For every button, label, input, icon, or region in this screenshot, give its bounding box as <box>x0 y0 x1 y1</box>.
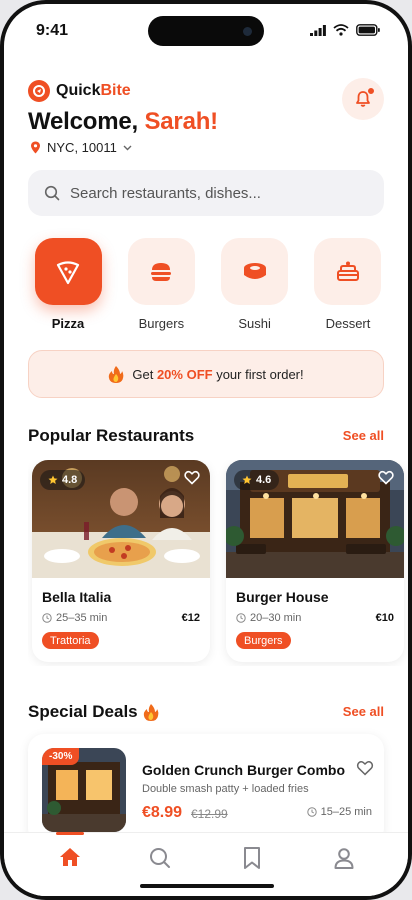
search-bar[interactable] <box>28 170 384 216</box>
category-dessert[interactable]: Dessert <box>308 238 388 331</box>
cuisine-tag: Trattoria <box>42 632 99 649</box>
bottom-tab-bar <box>4 832 408 896</box>
deal-price: €8.99 <box>142 804 183 821</box>
deal-photo: -30% <box>42 748 126 832</box>
category-label: Sushi <box>238 316 271 331</box>
category-tile <box>221 238 289 305</box>
price-level: €12 <box>181 612 200 624</box>
welcome-heading: Welcome, Sarah! <box>28 108 218 135</box>
chevron-down-icon <box>123 145 132 150</box>
wifi-icon <box>333 24 349 36</box>
home-icon <box>60 848 80 866</box>
clock-icon <box>306 807 317 817</box>
status-icons <box>310 24 380 36</box>
bookmark-icon <box>244 847 260 869</box>
home-indicator <box>140 884 274 888</box>
popular-see-all-link[interactable]: See all <box>343 428 384 443</box>
dynamic-island <box>148 16 264 46</box>
favorite-button[interactable] <box>356 760 374 781</box>
location-pin-icon <box>31 141 40 154</box>
fire-icon <box>109 365 124 383</box>
special-deals-title: Special Deals <box>28 702 159 722</box>
deal-subtitle: Double smash patty + loaded fries <box>142 783 309 795</box>
fire-icon <box>143 703 158 721</box>
status-time: 9:41 <box>36 22 69 39</box>
burger-icon <box>151 262 172 281</box>
restaurant-card[interactable]: 4.6 Burger House 20–30 min €10 Burgers <box>226 460 404 662</box>
restaurant-name: Bella Italia <box>42 589 112 605</box>
restaurant-carousel[interactable]: 4.8 Bella Italia 25–35 min €12 Trattoria <box>28 460 408 666</box>
restaurant-card[interactable]: 4.8 Bella Italia 25–35 min €12 Trattoria <box>32 460 210 662</box>
tab-search[interactable] <box>140 847 180 875</box>
dessert-icon <box>336 261 359 281</box>
category-tile <box>34 238 102 305</box>
category-pizza[interactable]: Pizza <box>28 238 108 331</box>
promo-banner[interactable]: Get 20% OFF your first order! <box>28 350 384 398</box>
rating-badge: 4.8 <box>40 470 86 490</box>
cuisine-tag: Burgers <box>236 632 291 649</box>
category-tile <box>314 238 382 305</box>
promo-highlight: 20% OFF <box>156 366 213 382</box>
discount-badge: -30% <box>42 748 80 765</box>
favorite-button[interactable] <box>184 470 200 490</box>
status-bar: 9:41 <box>4 4 408 50</box>
location-selector[interactable]: NYC, 10011 <box>30 140 132 155</box>
brand-name: QuickBite <box>56 82 131 99</box>
search-icon <box>44 185 60 201</box>
deals-see-all-link[interactable]: See all <box>343 704 384 719</box>
heart-icon <box>184 470 200 485</box>
deal-delivery-time: 15–25 min <box>306 806 372 818</box>
heart-icon <box>378 470 394 485</box>
notification-dot <box>367 87 375 95</box>
price-level: €10 <box>375 612 394 624</box>
search-icon <box>150 848 170 868</box>
delivery-time: 25–35 min <box>42 612 107 624</box>
clock-icon <box>236 613 246 623</box>
delivery-time: 20–30 min <box>236 612 301 624</box>
rating-badge: 4.6 <box>234 470 280 490</box>
clock-icon <box>42 613 52 623</box>
sushi-icon <box>243 262 266 279</box>
phone-frame: 9:41 QuickBite Welcome, Sarah! NYC, 1001… <box>0 0 412 900</box>
category-sushi[interactable]: Sushi <box>215 238 295 331</box>
promo-text: Get 20% OFF your first order! <box>132 366 304 382</box>
category-label: Pizza <box>51 316 85 331</box>
brand-logo-icon <box>28 80 50 102</box>
star-icon <box>242 475 252 484</box>
category-label: Dessert <box>325 316 371 331</box>
signal-icon <box>310 24 326 36</box>
restaurant-photo-burger-house: 4.6 <box>226 460 404 578</box>
brand-logo-group: QuickBite <box>28 80 131 102</box>
profile-icon <box>334 848 354 869</box>
category-label: Burgers <box>138 316 185 331</box>
restaurant-name: Burger House <box>236 589 329 605</box>
category-row: Pizza Burgers Sushi Dessert <box>28 238 388 331</box>
notifications-button[interactable] <box>342 78 384 120</box>
app-screen: 9:41 QuickBite Welcome, Sarah! NYC, 1001… <box>4 4 408 896</box>
favorite-button[interactable] <box>378 470 394 490</box>
active-tab-indicator <box>56 832 84 835</box>
restaurant-photo-bella-italia: 4.8 <box>32 460 210 578</box>
tab-profile[interactable] <box>324 847 364 875</box>
pizza-icon <box>56 260 80 284</box>
heart-icon <box>356 761 374 776</box>
deal-title: Golden Crunch Burger Combo <box>142 762 345 778</box>
category-tile <box>127 238 195 305</box>
tab-home[interactable] <box>50 847 90 875</box>
location-text: NYC, 10011 <box>47 140 117 155</box>
deal-old-price: €12.99 <box>191 807 228 821</box>
tab-saved[interactable] <box>232 847 272 875</box>
popular-restaurants-title: Popular Restaurants <box>28 426 195 445</box>
category-burgers[interactable]: Burgers <box>121 238 201 331</box>
search-input[interactable] <box>70 184 360 202</box>
battery-icon <box>356 24 380 36</box>
star-icon <box>48 475 58 484</box>
deal-card[interactable]: -30% Golden Crunch Burger Combo Double s… <box>28 734 384 844</box>
